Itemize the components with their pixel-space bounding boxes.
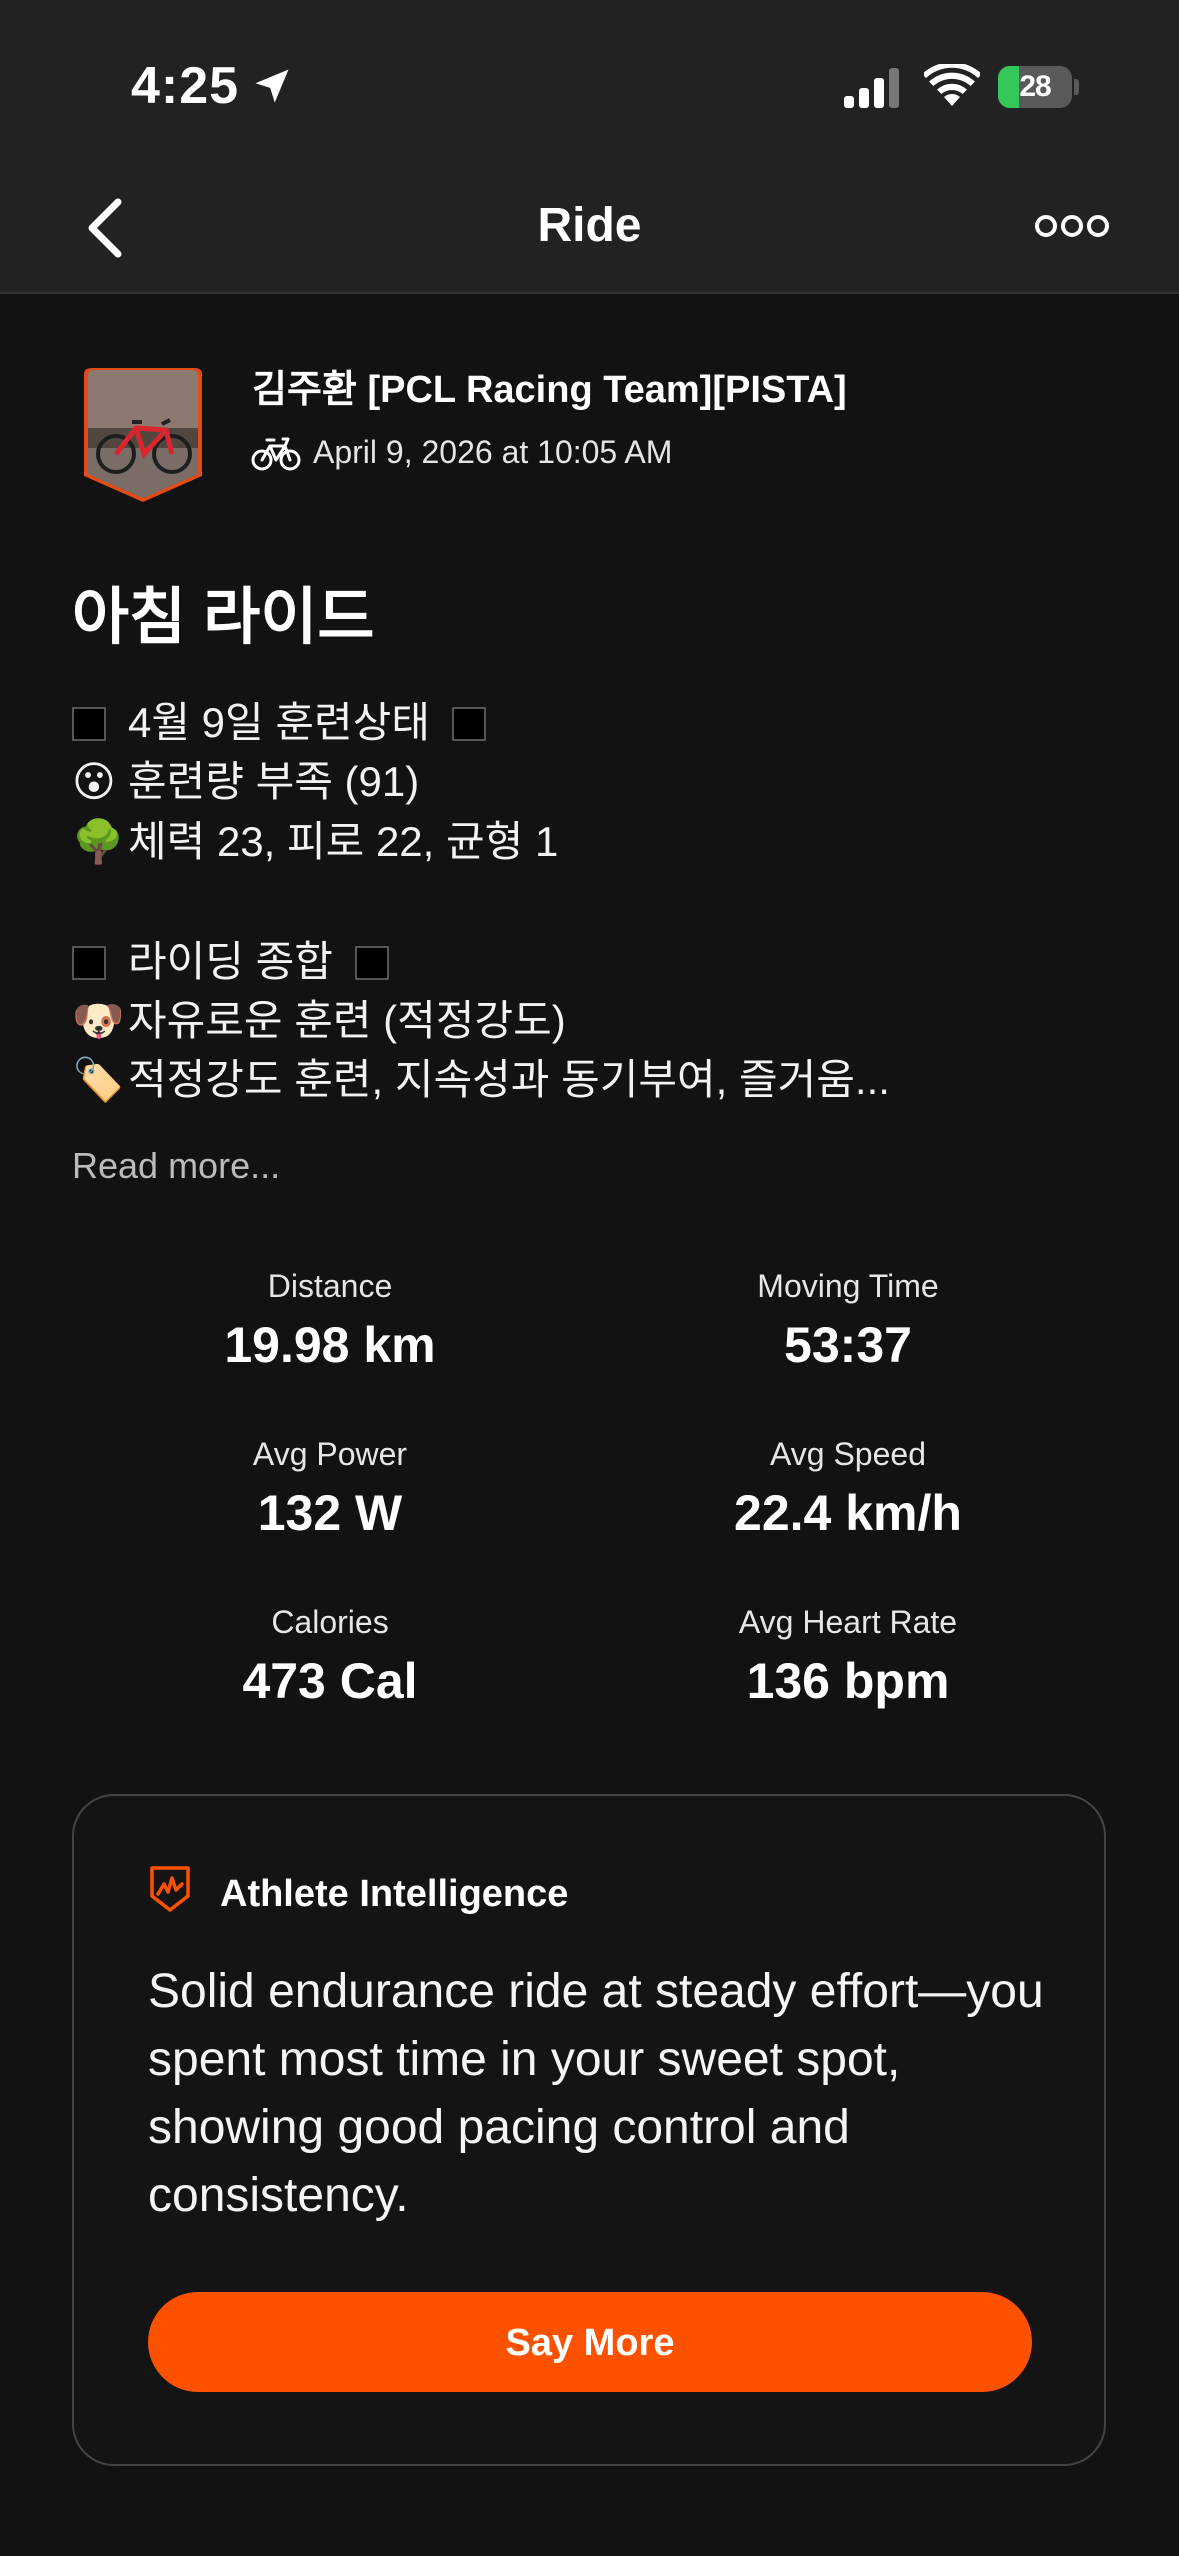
stat-label: Moving Time bbox=[757, 1268, 939, 1304]
description-line: 🌳체력 23, 피로 22, 균형 1 bbox=[72, 812, 558, 872]
stat-label: Avg Power bbox=[252, 1436, 408, 1472]
stat-value: 22.4 km/h bbox=[734, 1485, 962, 1541]
page-title: Ride bbox=[537, 199, 642, 252]
stat-label: Calories bbox=[271, 1604, 389, 1640]
surprised-face-icon: 😮 bbox=[72, 758, 116, 805]
activity-title: 아침 라이드 bbox=[72, 583, 375, 652]
stat-value: 53:37 bbox=[784, 1317, 912, 1373]
athlete-avatar[interactable] bbox=[82, 368, 204, 502]
wifi-icon bbox=[924, 64, 980, 106]
description-line: 🏷️적정강도 훈련, 지속성과 동기부여, 즐거움... bbox=[72, 1050, 890, 1110]
athlete-intelligence-title: Athlete Intelligence bbox=[220, 1873, 569, 1915]
athlete-name[interactable]: 김주환 [PCL Racing Team][PISTA] bbox=[252, 366, 847, 414]
cellular-signal-icon bbox=[844, 68, 899, 108]
athlete-intelligence-summary: Solid endurance ride at steady effort—yo… bbox=[148, 1965, 1044, 2222]
battery-body: 28 bbox=[998, 66, 1072, 108]
stat-value: 19.98 km bbox=[224, 1317, 436, 1373]
activity-date: April 9, 2026 at 10:05 AM bbox=[313, 434, 673, 470]
description-line: 🐶자유로운 훈련 (적정강도) bbox=[72, 991, 566, 1051]
tree-icon: 🌳 bbox=[72, 818, 125, 865]
bike-icon bbox=[251, 437, 301, 471]
athlete-intelligence-icon bbox=[150, 1866, 190, 1912]
location-arrow-icon bbox=[255, 69, 289, 103]
black-square-icon bbox=[72, 707, 106, 741]
description-line: 4월 9일 훈련상태 bbox=[72, 693, 486, 753]
label-tag-icon: 🏷️ bbox=[72, 1056, 125, 1103]
description-line: 😮 훈련량 부족 (91) bbox=[72, 752, 419, 812]
more-dots-icon[interactable] bbox=[1034, 210, 1110, 242]
stat-avg-heart-rate: Avg Heart Rate 136 bpm bbox=[588, 1602, 1108, 1714]
dog-face-icon: 🐶 bbox=[72, 997, 125, 1044]
battery-level: 28 bbox=[1019, 70, 1051, 103]
stat-value: 132 W bbox=[257, 1485, 403, 1541]
say-more-button[interactable]: Say More bbox=[148, 2292, 1032, 2392]
battery-tip bbox=[1074, 79, 1079, 95]
description-line: 라이딩 종합 bbox=[72, 932, 389, 992]
black-square-icon bbox=[72, 946, 106, 980]
black-square-icon bbox=[354, 946, 389, 980]
stat-calories: Calories 473 Cal bbox=[70, 1602, 590, 1714]
stat-avg-power: Avg Power 132 W bbox=[70, 1434, 590, 1546]
status-time: 4:25 bbox=[131, 57, 240, 115]
black-square-icon bbox=[451, 707, 486, 741]
stat-avg-speed: Avg Speed 22.4 km/h bbox=[588, 1434, 1108, 1546]
stat-label: Avg Speed bbox=[770, 1436, 926, 1472]
battery-indicator: 28 bbox=[998, 66, 1079, 108]
stat-label: Distance bbox=[267, 1268, 393, 1304]
read-more-link[interactable]: Read more... bbox=[72, 1138, 280, 1194]
stat-moving-time: Moving Time 53:37 bbox=[588, 1266, 1108, 1378]
stat-distance: Distance 19.98 km bbox=[70, 1266, 590, 1378]
stat-label: Avg Heart Rate bbox=[738, 1604, 958, 1640]
stat-value: 136 bpm bbox=[746, 1653, 950, 1709]
stat-value: 473 Cal bbox=[242, 1653, 418, 1709]
